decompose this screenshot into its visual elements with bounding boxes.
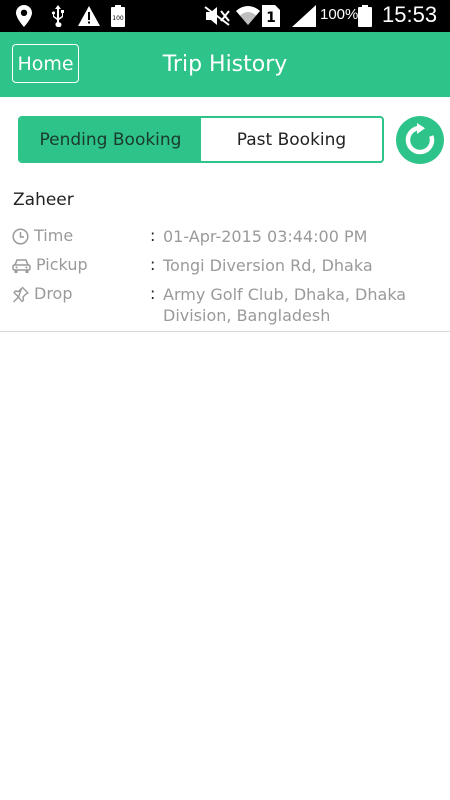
clock-icon	[12, 228, 30, 246]
passenger-name: Zaheer	[13, 190, 74, 210]
drop-value: Army Golf Club, Dhaka, Dhaka Division, B…	[163, 285, 407, 325]
sim-icon: 1	[262, 4, 280, 28]
wifi-icon	[236, 4, 260, 28]
drop-separator: :	[150, 284, 156, 303]
time-separator: :	[150, 226, 156, 245]
refresh-button[interactable]	[396, 116, 444, 164]
page-title-text: Trip History	[162, 52, 288, 77]
clock: 15:53	[382, 2, 438, 27]
mute-icon	[203, 4, 233, 28]
booking-tabs: Pending Booking Past Booking	[18, 116, 384, 163]
svg-text:100: 100	[112, 15, 124, 22]
location-icon	[16, 4, 32, 28]
drop-label: Drop	[34, 284, 73, 303]
pickup-separator: :	[150, 255, 156, 274]
time-value: 01-Apr-2015 03:44:00 PM	[163, 227, 368, 246]
time-label: Time	[34, 226, 74, 245]
pickup-label: Pickup	[36, 255, 88, 274]
usb-icon	[50, 4, 66, 28]
tab-past-booking[interactable]: Past Booking	[201, 118, 382, 161]
signal-icon	[292, 4, 316, 28]
battery-icon	[358, 4, 372, 28]
battery-small-icon: 100	[110, 4, 126, 28]
tab-pending-booking[interactable]: Pending Booking	[20, 118, 201, 161]
app-header: Trip History Home	[0, 32, 450, 97]
svg-text:1: 1	[266, 10, 276, 26]
car-icon	[12, 257, 31, 275]
battery-percent: 100%	[320, 6, 359, 23]
refresh-icon	[405, 123, 435, 155]
pin-icon	[12, 286, 30, 304]
home-button[interactable]: Home	[12, 44, 79, 83]
status-bar: 100 1 100% 15:53	[0, 0, 450, 32]
warning-icon	[78, 4, 100, 28]
pickup-value: Tongi Diversion Rd, Dhaka	[163, 256, 373, 275]
booking-item[interactable]: Zaheer Time : 01-Apr-2015 03:44:00 PM Pi…	[0, 180, 450, 332]
